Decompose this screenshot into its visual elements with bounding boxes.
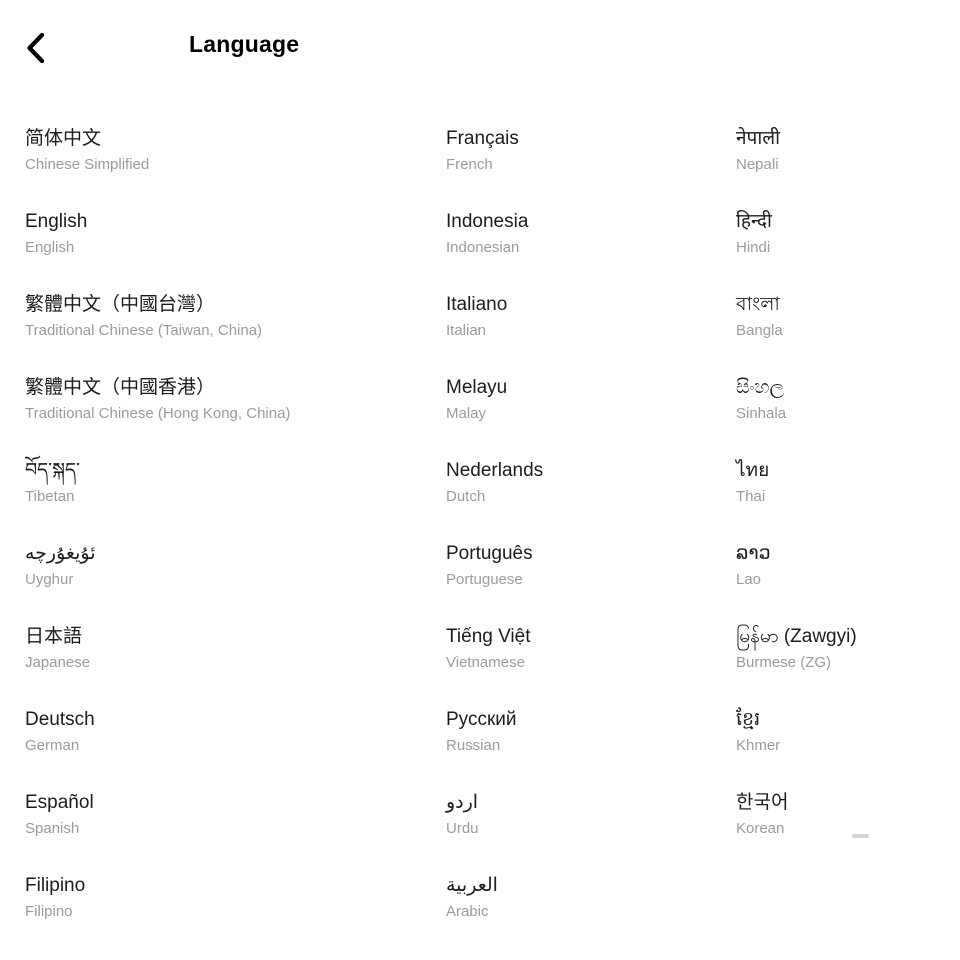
language-english-name: Nepali bbox=[736, 156, 779, 173]
language-item[interactable]: ไทย Thai bbox=[736, 459, 960, 507]
language-item[interactable]: Melayu Malay bbox=[446, 376, 736, 424]
language-english-name: German bbox=[25, 737, 80, 754]
language-item[interactable]: Filipino Filipino bbox=[25, 874, 445, 922]
language-native-name: नेपाली bbox=[736, 128, 781, 149]
language-native-name: ไทย bbox=[736, 460, 770, 481]
language-english-name: Italian bbox=[446, 322, 487, 339]
language-english-name: Bangla bbox=[736, 322, 783, 339]
language-item[interactable]: Deutsch German bbox=[25, 708, 445, 756]
language-english-name: Burmese (ZG) bbox=[736, 654, 832, 671]
language-english-name: English bbox=[25, 239, 75, 256]
chevron-left-icon bbox=[25, 33, 47, 63]
language-item[interactable]: ខ្មែរ Khmer bbox=[736, 708, 960, 756]
language-english-name: Khmer bbox=[736, 737, 781, 754]
language-item[interactable]: Tiếng Việt Vietnamese bbox=[446, 625, 736, 673]
language-item[interactable]: বাংলা Bangla bbox=[736, 293, 960, 341]
language-native-name: हिन्दी bbox=[736, 211, 772, 232]
language-english-name: Vietnamese bbox=[446, 654, 525, 671]
language-native-name: ລາວ bbox=[736, 543, 771, 564]
language-english-name: Tibetan bbox=[25, 488, 75, 505]
language-native-name: English bbox=[25, 211, 88, 232]
language-english-name: Russian bbox=[446, 737, 501, 754]
language-english-name: Traditional Chinese (Hong Kong, China) bbox=[25, 405, 291, 422]
language-native-name: 한국어 bbox=[736, 792, 789, 813]
language-item[interactable]: العربية Arabic bbox=[446, 874, 736, 922]
language-native-name: Deutsch bbox=[25, 709, 95, 730]
page-header: Language bbox=[0, 0, 960, 95]
language-english-name: Sinhala bbox=[736, 405, 787, 422]
language-native-name: 日本語 bbox=[25, 626, 83, 647]
language-native-name: 简体中文 bbox=[25, 128, 102, 149]
language-native-name: Filipino bbox=[25, 875, 86, 896]
language-english-name: Uyghur bbox=[25, 571, 74, 588]
back-button[interactable] bbox=[14, 26, 58, 70]
language-native-name: Français bbox=[446, 128, 519, 149]
language-native-name: বাংলা bbox=[736, 294, 780, 315]
language-item[interactable]: မြန်မာ (Zawgyi) Burmese (ZG) bbox=[736, 625, 960, 673]
language-native-name: ئۇيغۇرچە bbox=[25, 543, 96, 564]
language-native-name: 繁體中文（中國香港） bbox=[25, 377, 216, 398]
language-english-name: Chinese Simplified bbox=[25, 156, 150, 173]
language-item[interactable]: සිංහල Sinhala bbox=[736, 376, 960, 424]
language-english-name: Malay bbox=[446, 405, 487, 422]
language-item[interactable]: Русский Russian bbox=[446, 708, 736, 756]
language-native-name: العربية bbox=[446, 875, 498, 896]
language-english-name: Hindi bbox=[736, 239, 771, 256]
language-english-name: Filipino bbox=[25, 903, 73, 920]
language-native-name: Tiếng Việt bbox=[446, 626, 531, 647]
language-item[interactable]: Español Spanish bbox=[25, 791, 445, 839]
language-item[interactable]: ລາວ Lao bbox=[736, 542, 960, 590]
language-native-name: اردو bbox=[446, 792, 479, 813]
language-english-name: Traditional Chinese (Taiwan, China) bbox=[25, 322, 263, 339]
language-english-name: Indonesian bbox=[446, 239, 520, 256]
language-english-name: Dutch bbox=[446, 488, 486, 505]
language-item[interactable]: Français French bbox=[446, 127, 736, 175]
language-item[interactable]: English English bbox=[25, 210, 445, 258]
language-native-name: Español bbox=[25, 792, 94, 813]
language-item[interactable]: 日本語 Japanese bbox=[25, 625, 445, 673]
language-native-name: Italiano bbox=[446, 294, 508, 315]
language-english-name: Thai bbox=[736, 488, 766, 505]
language-english-name: Lao bbox=[736, 571, 762, 588]
language-native-name: ខ្មែរ bbox=[736, 709, 761, 730]
language-item[interactable]: བོད་སྐད་ Tibetan bbox=[25, 459, 445, 507]
language-native-name: བོད་སྐད་ bbox=[25, 460, 80, 481]
language-native-name: Português bbox=[446, 543, 533, 564]
language-native-name: Melayu bbox=[446, 377, 508, 398]
language-item[interactable]: ئۇيغۇرچە Uyghur bbox=[25, 542, 445, 590]
language-item[interactable]: नेपाली Nepali bbox=[736, 127, 960, 175]
language-native-name: မြန်မာ (Zawgyi) bbox=[736, 626, 857, 647]
language-native-name: Indonesia bbox=[446, 211, 529, 232]
language-native-name: සිංහල bbox=[736, 377, 784, 398]
scroll-indicator[interactable] bbox=[852, 834, 869, 838]
language-english-name: Urdu bbox=[446, 820, 479, 837]
language-english-name: Spanish bbox=[25, 820, 80, 837]
language-item[interactable]: Nederlands Dutch bbox=[446, 459, 736, 507]
language-item[interactable]: हिन्दी Hindi bbox=[736, 210, 960, 258]
language-english-name: Korean bbox=[736, 820, 785, 837]
language-english-name: Portuguese bbox=[446, 571, 523, 588]
language-native-name: 繁體中文（中國台灣） bbox=[25, 294, 216, 315]
language-native-name: Русский bbox=[446, 709, 517, 730]
language-english-name: Japanese bbox=[25, 654, 91, 671]
language-item[interactable]: 한국어 Korean bbox=[736, 791, 960, 839]
language-item[interactable]: 简体中文 Chinese Simplified bbox=[25, 127, 445, 175]
language-item[interactable]: Italiano Italian bbox=[446, 293, 736, 341]
language-item[interactable]: 繁體中文（中國香港） Traditional Chinese (Hong Kong… bbox=[25, 376, 445, 424]
language-item[interactable]: Indonesia Indonesian bbox=[446, 210, 736, 258]
language-english-name: Arabic bbox=[446, 903, 489, 920]
language-english-name: French bbox=[446, 156, 493, 173]
page-title: Language bbox=[189, 31, 300, 57]
language-native-name: Nederlands bbox=[446, 460, 544, 481]
language-item[interactable]: Português Portuguese bbox=[446, 542, 736, 590]
language-item[interactable]: 繁體中文（中國台灣） Traditional Chinese (Taiwan, C… bbox=[25, 293, 445, 341]
language-item[interactable]: اردو Urdu bbox=[446, 791, 736, 839]
